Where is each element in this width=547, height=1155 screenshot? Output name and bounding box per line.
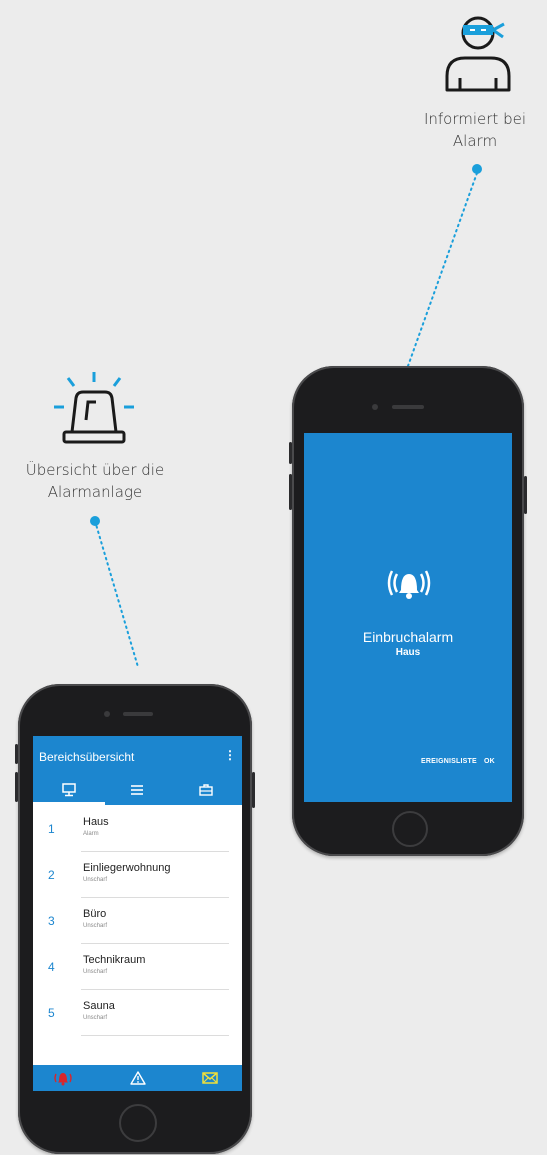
tab-list[interactable] bbox=[112, 780, 162, 800]
area-row[interactable]: 3 Büro Unscharf bbox=[33, 898, 242, 944]
home-button[interactable] bbox=[119, 1104, 157, 1142]
phone-camera bbox=[372, 404, 378, 410]
phone-side-button bbox=[524, 476, 527, 514]
area-name: Sauna bbox=[83, 1000, 115, 1012]
monitor-icon bbox=[62, 783, 76, 797]
area-number: 2 bbox=[48, 868, 55, 882]
alarm-bell-icon bbox=[387, 570, 431, 599]
area-row[interactable]: 1 Haus Alarm bbox=[33, 806, 242, 852]
connector-dot-siren bbox=[90, 516, 100, 526]
area-number: 5 bbox=[48, 1006, 55, 1020]
area-number: 4 bbox=[48, 960, 55, 974]
toolbox-icon bbox=[199, 784, 213, 796]
mail-icon bbox=[202, 1072, 218, 1084]
area-status: Unscharf bbox=[83, 1015, 108, 1021]
area-name: Technikraum bbox=[83, 954, 146, 966]
siren-caption-line1: Übersicht über die bbox=[25, 461, 165, 479]
area-name: Haus bbox=[83, 816, 109, 828]
burglar-caption-line1: Informiert bei bbox=[423, 110, 527, 128]
burglar-caption: Informiert bei Alarm bbox=[405, 108, 545, 152]
connector-line-burglar bbox=[407, 172, 478, 367]
phone-earpiece bbox=[123, 712, 153, 716]
burglar-icon bbox=[445, 16, 511, 92]
page-title: Bereichsübersicht bbox=[39, 750, 135, 764]
area-row[interactable]: 5 Sauna Unscharf bbox=[33, 990, 242, 1036]
area-number: 3 bbox=[48, 914, 55, 928]
area-status: Unscharf bbox=[83, 877, 108, 883]
warning-icon bbox=[130, 1071, 146, 1085]
phone-side-button bbox=[289, 442, 292, 464]
phone-side-button bbox=[15, 744, 18, 764]
ok-button[interactable]: OK bbox=[484, 758, 495, 765]
tab-overview[interactable] bbox=[44, 780, 94, 800]
phone-side-button bbox=[15, 772, 18, 802]
overflow-menu-icon[interactable]: ⋮ bbox=[224, 748, 236, 762]
area-overview-screen: Bereichsübersicht ⋮ 1 Haus Alarm 2 Einli… bbox=[33, 736, 242, 1091]
alarm-phone: Einbruchalarm Haus EREIGNISLISTE OK bbox=[289, 366, 527, 856]
active-tab-indicator bbox=[33, 802, 105, 805]
area-status: Alarm bbox=[83, 831, 99, 837]
area-row[interactable]: 2 Einliegerwohnung Unscharf bbox=[33, 852, 242, 898]
overview-phone: Bereichsübersicht ⋮ 1 Haus Alarm 2 Einli… bbox=[15, 684, 255, 1154]
area-status: Unscharf bbox=[83, 923, 108, 929]
home-button[interactable] bbox=[392, 811, 428, 847]
phone-side-button bbox=[289, 474, 292, 510]
area-name: Einliegerwohnung bbox=[83, 862, 171, 874]
connector-dot-burglar bbox=[472, 164, 482, 174]
alarm-area-name: Haus bbox=[395, 647, 421, 658]
list-icon bbox=[131, 785, 143, 795]
siren-caption: Übersicht über die Alarmanlage bbox=[0, 459, 190, 503]
row-divider bbox=[81, 1035, 229, 1036]
tab-tools[interactable] bbox=[181, 780, 231, 800]
area-row[interactable]: 4 Technikraum Unscharf bbox=[33, 944, 242, 990]
phone-earpiece bbox=[392, 405, 424, 409]
event-list-button[interactable]: EREIGNISLISTE bbox=[421, 758, 477, 765]
bottom-warning-button[interactable] bbox=[118, 1065, 158, 1091]
phone-camera bbox=[104, 711, 110, 717]
area-status: Unscharf bbox=[83, 969, 108, 975]
bottom-mail-button[interactable] bbox=[190, 1065, 230, 1091]
bottom-alarm-button[interactable] bbox=[43, 1065, 83, 1091]
siren-light-icon bbox=[54, 372, 134, 444]
app-bar: Bereichsübersicht ⋮ bbox=[33, 736, 242, 805]
area-name: Büro bbox=[83, 908, 107, 920]
area-number: 1 bbox=[48, 822, 55, 836]
burglar-caption-line2: Alarm bbox=[452, 132, 498, 150]
alarm-title: Einbruchalarm bbox=[362, 629, 454, 645]
alarm-bell-icon bbox=[54, 1073, 72, 1086]
siren-caption-line2: Alarmanlage bbox=[47, 483, 143, 501]
bottom-bar bbox=[33, 1065, 242, 1091]
connector-line-siren bbox=[94, 520, 139, 668]
alarm-screen: Einbruchalarm Haus EREIGNISLISTE OK bbox=[304, 433, 512, 802]
phone-side-button bbox=[252, 772, 255, 808]
